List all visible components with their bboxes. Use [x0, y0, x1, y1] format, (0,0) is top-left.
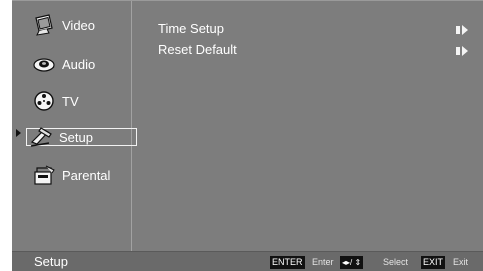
- setup-tools-icon: [29, 126, 53, 148]
- submenu-arrow-icon: [456, 44, 468, 56]
- enter-key-desc: Enter: [312, 257, 334, 267]
- select-key-desc: Select: [383, 257, 409, 267]
- footer-bar: Setup ENTER Enter ◂▸/ ⇕ Select EXIT Exit: [12, 251, 483, 271]
- submenu-arrow-icon: [456, 23, 468, 35]
- content-row-label: Time Setup: [158, 21, 224, 36]
- exit-key-hint: EXIT: [421, 256, 446, 269]
- menu-item-audio[interactable]: Audio: [32, 53, 140, 75]
- video-tv-icon: [32, 14, 56, 36]
- main-menu: Video Audio TV Setup Parental: [12, 1, 137, 251]
- menu-item-label: TV: [62, 93, 79, 109]
- selection-pointer-icon: [16, 129, 21, 137]
- content-row-time-setup[interactable]: Time Setup: [158, 21, 468, 37]
- menu-item-label: Setup: [59, 129, 93, 145]
- content-row-label: Reset Default: [158, 42, 237, 57]
- tv-reel-icon: [32, 90, 56, 112]
- parental-lock-icon: [32, 164, 56, 186]
- menu-item-label: Parental: [62, 167, 111, 183]
- audio-speaker-icon: [32, 53, 56, 75]
- menu-item-video[interactable]: Video: [32, 14, 140, 36]
- menu-item-tv[interactable]: TV: [32, 90, 140, 112]
- content-row-reset-default[interactable]: Reset Default: [158, 42, 468, 58]
- menu-item-label: Video: [62, 17, 96, 33]
- enter-key-hint: ENTER: [270, 256, 305, 269]
- menu-item-label: Audio: [62, 56, 96, 72]
- footer-title: Setup: [34, 254, 68, 269]
- osd-menu-screen: Video Audio TV Setup Parental Time Setup…: [12, 0, 483, 271]
- exit-key-desc: Exit: [453, 257, 469, 267]
- select-key-hint: ◂▸/ ⇕: [340, 256, 364, 269]
- menu-item-parental[interactable]: Parental: [32, 164, 140, 186]
- menu-item-setup[interactable]: Setup: [26, 126, 137, 148]
